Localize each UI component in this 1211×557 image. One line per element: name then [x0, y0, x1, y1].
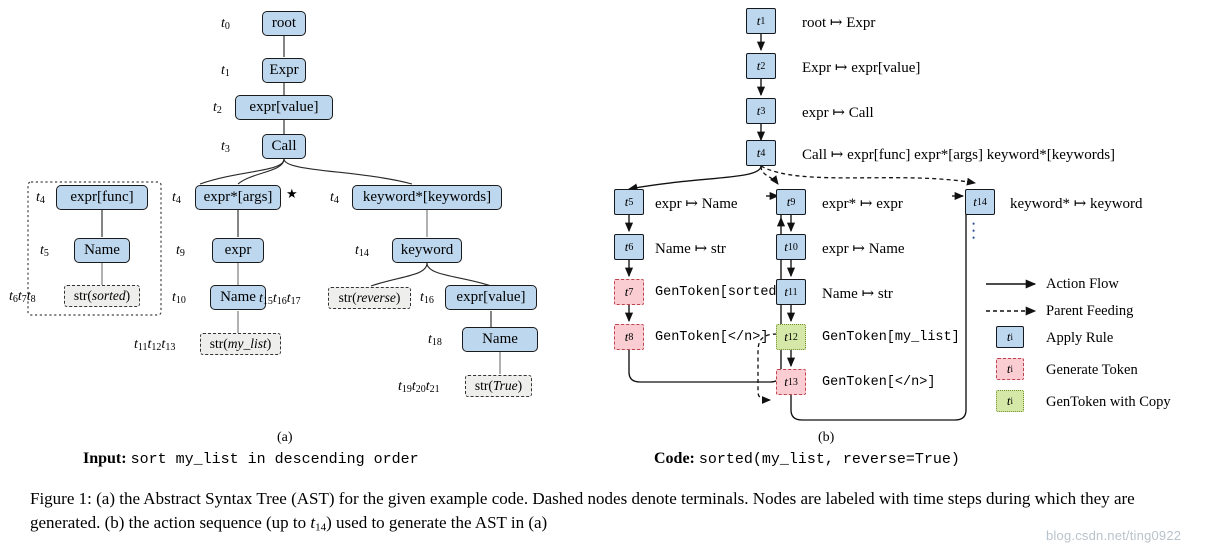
- ast-node-name-sorted: Name: [74, 238, 130, 263]
- code-prefix: Code:: [654, 450, 695, 467]
- watermark: blog.csdn.net/ting0922: [1046, 528, 1182, 543]
- ast-time-str-reverse: t15t16t17: [259, 291, 301, 308]
- vertical-ellipsis: • • •: [972, 219, 976, 243]
- ast-time-name-true: t18: [428, 332, 442, 349]
- ast-time-expr-value2: t16: [420, 290, 434, 307]
- ast-node-keyword-star: keyword*[keywords]: [352, 185, 502, 210]
- ast-time-expr-func: t4: [36, 190, 45, 207]
- ast-time-keyword-star: t4: [330, 190, 339, 207]
- ast-node-expr: Expr: [262, 58, 306, 83]
- action-rule-t13: GenToken[</n>]: [822, 375, 936, 390]
- action-node-t10: t 10: [776, 234, 806, 260]
- action-rule-t2: Expr ↦ expr[value]: [802, 60, 921, 76]
- code-text: sorted(my_list, reverse=True): [698, 451, 960, 468]
- connector-layer: [27, 34, 1037, 421]
- ast-time-expr: t1: [221, 63, 230, 80]
- panel-b-label: (b): [818, 430, 835, 445]
- figure-caption-part1: Figure 1: (a) the Abstract Syntax Tree (…: [30, 489, 1135, 533]
- legend-parent-feeding-label: Parent Feeding: [1046, 303, 1134, 319]
- action-node-t7: t7: [614, 279, 644, 305]
- legend-generate-token-label: Generate Token: [1046, 362, 1138, 378]
- action-rule-t1: root ↦ Expr: [802, 15, 876, 31]
- legend-apply-rule-swatch: ti: [996, 326, 1024, 348]
- action-node-t8: t8: [614, 324, 644, 350]
- ast-node-root: root: [262, 11, 306, 36]
- ast-terminal-str-true: str(True): [465, 375, 532, 397]
- ast-time-name-sorted: t5: [40, 243, 49, 260]
- input-prefix: Input:: [83, 450, 127, 467]
- ast-terminal-str-sorted: str(sorted): [64, 285, 140, 307]
- panel-a-label: (a): [277, 430, 293, 445]
- action-node-t14: t 14: [965, 189, 995, 215]
- action-node-t13: t 13: [776, 369, 806, 395]
- ast-time-name-mylist: t10: [172, 290, 186, 307]
- action-node-t2: t2: [746, 53, 776, 79]
- action-node-t5: t5: [614, 189, 644, 215]
- ast-terminal-str-mylist: str(my_list): [200, 333, 281, 355]
- action-rule-t8: GenToken[</n>]: [655, 330, 769, 345]
- ast-time-expr-args: t4: [172, 190, 181, 207]
- figure-root: root t0 Expr t1 expr[value] t2 Call t3 e…: [0, 0, 1211, 557]
- legend-apply-rule-label: Apply Rule: [1046, 330, 1114, 346]
- action-rule-t4: Call ↦ expr[func] expr*[args] keyword*[k…: [802, 147, 1116, 163]
- ast-time-expr-value: t2: [213, 100, 222, 117]
- ast-node-name-true: Name: [462, 327, 538, 352]
- ast-node-keyword: keyword: [392, 238, 462, 263]
- ast-time-str-mylist: t11t12t13: [134, 337, 176, 354]
- star-marker: ★: [286, 186, 298, 201]
- figure-caption-t-sub: 14: [315, 521, 327, 534]
- action-node-t11: t 11: [776, 279, 806, 305]
- action-rule-t7: GenToken[sorted]: [655, 285, 785, 300]
- action-rule-t3: expr ↦ Call: [802, 105, 874, 121]
- legend-action-flow-label: Action Flow: [1046, 276, 1119, 292]
- ast-time-str-true: t19t20t21: [398, 379, 440, 396]
- ast-time-expr2: t9: [176, 243, 185, 260]
- ast-node-expr-value: expr[value]: [235, 95, 333, 120]
- input-code: sort my_list in descending order: [130, 451, 419, 468]
- action-rule-t14: keyword* ↦ keyword: [1010, 196, 1143, 212]
- figure-caption-part2: ) used to generate the AST in (a): [326, 513, 548, 533]
- action-node-t9: t9: [776, 189, 806, 215]
- ast-node-expr-value2: expr[value]: [445, 285, 537, 310]
- ast-node-expr-func: expr[func]: [56, 185, 148, 210]
- ast-time-call: t3: [221, 139, 230, 156]
- ast-time-str-sorted: t6t7t8: [9, 289, 36, 306]
- action-rule-t10: expr ↦ Name: [822, 241, 905, 257]
- action-node-t3: t3: [746, 98, 776, 124]
- ast-node-call: Call: [262, 134, 306, 159]
- code-caption: Code: sorted(my_list, reverse=True): [654, 450, 960, 468]
- ast-terminal-str-reverse: str(reverse): [328, 287, 411, 309]
- ast-node-expr-args: expr*[args]: [195, 185, 281, 210]
- action-rule-t5: expr ↦ Name: [655, 196, 738, 212]
- ast-node-expr2: expr: [212, 238, 264, 263]
- action-rule-t9: expr* ↦ expr: [822, 196, 903, 212]
- action-node-t4: t4: [746, 140, 776, 166]
- figure-caption: Figure 1: (a) the Abstract Syntax Tree (…: [30, 487, 1190, 536]
- action-rule-t12: GenToken[my_list]: [822, 330, 960, 345]
- legend-gentoken-copy-label: GenToken with Copy: [1046, 394, 1171, 410]
- input-caption: Input: sort my_list in descending order: [83, 450, 419, 468]
- action-rule-t11: Name ↦ str: [822, 286, 893, 302]
- action-node-t6: t6: [614, 234, 644, 260]
- action-node-t12: t 12: [776, 324, 806, 350]
- action-rule-t6: Name ↦ str: [655, 241, 726, 257]
- ast-time-root: t0: [221, 16, 230, 33]
- legend-generate-token-swatch: ti: [996, 358, 1024, 380]
- ast-time-keyword: t14: [355, 243, 369, 260]
- ast-node-name-mylist: Name: [210, 285, 266, 310]
- action-node-t1: t1: [746, 8, 776, 34]
- legend-gentoken-copy-swatch: ti: [996, 390, 1024, 412]
